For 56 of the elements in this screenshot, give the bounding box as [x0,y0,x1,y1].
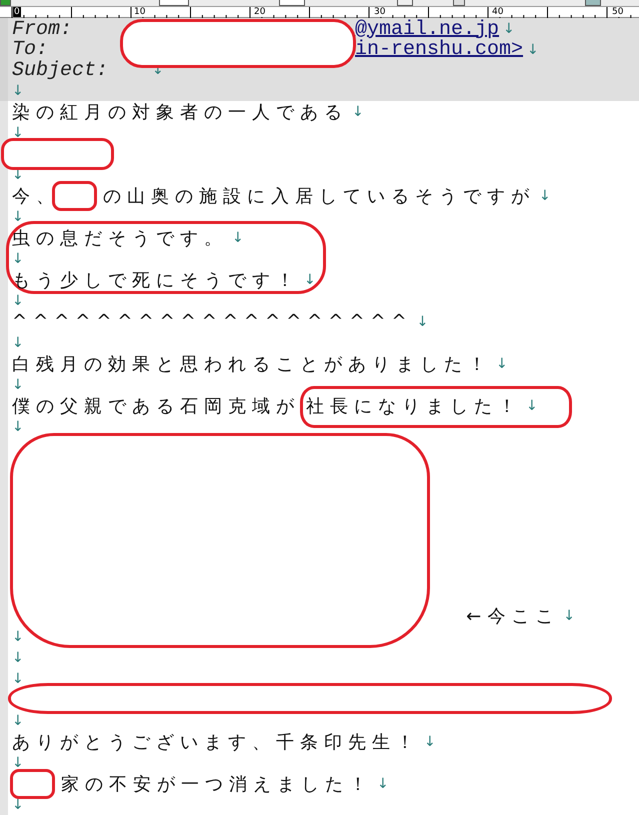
body-text: 家の不安が一つ消えました！ [61,772,373,796]
body-text: もう少しで死にそうです！ [12,268,300,292]
ruler-label: 10 [133,7,146,17]
line-break-mark: ↓ [12,628,24,644]
body-text: 白残月の効果と思われることがありました！ [12,352,492,376]
line-break-mark: ↓ [12,334,24,350]
line-break-mark: ↓ [416,314,428,330]
annotation-text: ←今ここ [466,604,560,628]
line-break-mark: ↓ [232,230,244,246]
header-label: Subject: [12,58,108,82]
ruler-label: 40 [491,7,504,17]
ruler-label: 30 [373,7,386,17]
header-label: To: [12,38,48,62]
toolbar-icon[interactable] [279,0,305,6]
body-text: 社長になりました！ [306,394,522,418]
line-break-mark: ↓ [12,292,24,308]
header-label: From: [12,18,74,41]
line-break-mark: ↓ [496,356,508,372]
toolbar-icon[interactable] [453,0,465,6]
line-break-mark: ↓ [12,208,24,224]
line-break-mark: ↓ [12,796,24,812]
redaction-mark [52,180,97,210]
ruler-label: 0 [13,7,21,17]
body-text: 虫の息だそうです。 [12,226,228,250]
line-break-mark: ↓ [12,418,24,434]
email-link[interactable]: @ymail.ne.jp [355,18,500,41]
line-break-mark: ↓ [377,776,389,792]
ruler-label: 20 [253,7,266,17]
line-break-mark: ↓ [12,124,24,140]
line-break-mark: ↓ [563,608,575,624]
body-text: の山奥の施設に入居しているそうですが [103,184,535,208]
line-break-mark: ↓ [12,670,24,686]
line-break-mark: ↓ [12,376,24,392]
line-break-mark: ↓ [12,754,24,770]
line-break-mark: ↓ [424,734,436,750]
email-link[interactable]: in-renshu.com> [355,38,524,62]
toolbar-icon[interactable] [159,0,189,6]
redaction-mark [10,768,55,798]
line-break-mark: ↓ [503,21,515,38]
line-break-mark: ↓ [527,42,539,58]
toolbar-icon[interactable] [397,0,413,6]
body-text: 今、 [12,184,60,208]
line-break-mark: ↓ [352,104,364,120]
ruler-label: 50 [611,7,624,17]
body-text: 僕の父親である石岡克域が [12,394,300,418]
line-break-mark: ↓ [12,712,24,728]
line-break-mark: ↓ [526,398,538,414]
toolbar-icon[interactable] [585,0,601,6]
body-text: 染の紅月の対象者の一人である [12,100,348,124]
line-break-mark: ↓ [12,650,24,666]
line-break-mark: ↓ [304,272,316,288]
line-break-mark: ↓ [12,82,24,99]
line-break-mark: ↓ [539,188,551,204]
line-break-mark: ↓ [12,250,24,266]
body-text: ^^^^^^^^^^^^^^^^^^^ [12,311,413,332]
body-text: ありがとうございます、千条印先生！ [12,730,420,754]
